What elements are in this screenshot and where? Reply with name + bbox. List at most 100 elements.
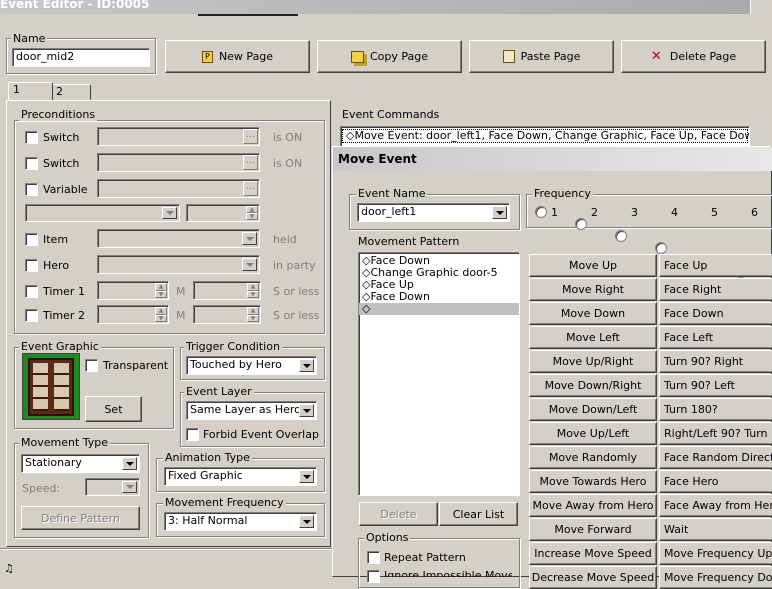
speed-select[interactable] — [85, 478, 140, 496]
chevron-down-icon[interactable] — [299, 515, 314, 528]
spinner-icon[interactable]: ▲ ▼ — [247, 307, 259, 322]
move-command-button[interactable]: Decrease Move Speed — [529, 566, 657, 589]
chevron-down-icon[interactable] — [492, 206, 507, 219]
define-pattern-button[interactable]: Define Pattern — [21, 506, 140, 530]
delete-page-button[interactable]: ✕ Delete Page — [621, 40, 766, 73]
item-label: Item — [43, 233, 69, 246]
event-name-select[interactable]: door_left1 — [357, 203, 510, 222]
spinner-icon[interactable]: ▲ ▼ — [247, 283, 259, 298]
spinner-icon[interactable]: ▲ ▼ — [155, 307, 167, 322]
timer1-seconds[interactable]: ▲ ▼ — [193, 281, 261, 300]
command-row[interactable]: ◇Move Event: door_left1, Face Down, Chan… — [342, 129, 749, 143]
move-command-button[interactable]: Face Away from Hero — [659, 494, 772, 517]
list-item[interactable]: ◇Face Down — [359, 291, 519, 303]
move-command-button[interactable]: Move Randomly — [529, 446, 657, 469]
move-command-button[interactable]: Move Up/Left — [529, 422, 657, 445]
chevron-down-icon[interactable] — [242, 258, 257, 271]
animation-select[interactable]: Fixed Graphic — [164, 467, 317, 486]
frequency-2-radio[interactable] — [575, 218, 587, 230]
switch2-suffix: is ON — [273, 157, 303, 170]
chevron-down-icon[interactable] — [122, 457, 137, 470]
variable-value-field[interactable]: ▲ ▼ — [186, 204, 260, 222]
move-command-button[interactable]: Turn 90? Right — [659, 350, 772, 373]
chevron-down-icon[interactable] — [122, 481, 137, 493]
spinner-icon[interactable]: ▲ ▼ — [155, 283, 167, 298]
move-command-button[interactable]: Turn 180? — [659, 398, 772, 421]
frequency-1-radio[interactable] — [535, 206, 547, 218]
frequency-4-radio[interactable] — [655, 242, 667, 254]
move-command-button[interactable]: Face Hero — [659, 470, 772, 493]
move-command-button[interactable]: Face Left — [659, 326, 772, 349]
event-layer-select[interactable]: Same Layer as Hero — [186, 401, 317, 420]
clear-list-button[interactable]: Clear List — [439, 502, 518, 526]
switch2-field[interactable]: … — [97, 153, 260, 172]
paste-page-button[interactable]: Paste Page — [469, 40, 614, 73]
move-command-button[interactable]: Move Right — [529, 278, 657, 301]
move-command-button[interactable]: Move Up/Right — [529, 350, 657, 373]
move-command-button[interactable]: Move Frequency Up — [659, 542, 772, 565]
browse-icon[interactable]: … — [243, 155, 258, 170]
movement-frequency-select[interactable]: 3: Half Normal — [164, 512, 317, 531]
transparent-checkbox[interactable] — [85, 359, 98, 372]
move-command-button[interactable]: Move Frequency Down — [659, 566, 772, 589]
timer1-minutes[interactable]: ▲ ▼ — [97, 281, 169, 300]
move-command-button[interactable]: Move Left — [529, 326, 657, 349]
variable-checkbox[interactable] — [25, 183, 38, 196]
repeat-pattern-checkbox[interactable] — [367, 551, 380, 564]
timer2-seconds[interactable]: ▲ ▼ — [193, 305, 261, 324]
move-command-button[interactable]: Move Away from Hero — [529, 494, 657, 517]
move-command-button[interactable]: Face Down — [659, 302, 772, 325]
repeat-pattern-label: Repeat Pattern — [384, 551, 466, 564]
move-command-button[interactable]: Face Right — [659, 278, 772, 301]
spinner-icon[interactable]: ▲ ▼ — [246, 206, 258, 220]
timer2-minutes[interactable]: ▲ ▼ — [97, 305, 169, 324]
move-command-button[interactable]: Move Up — [529, 254, 657, 277]
move-command-button[interactable]: Move Down/Right — [529, 374, 657, 397]
set-graphic-button[interactable]: Set — [85, 396, 142, 422]
timer2-checkbox[interactable] — [25, 309, 38, 322]
switch1-field[interactable]: … — [97, 127, 260, 146]
delete-command-button[interactable]: Delete — [359, 502, 438, 526]
move-command-button[interactable]: Move Down — [529, 302, 657, 325]
variable-field[interactable]: … — [97, 179, 260, 198]
trigger-select[interactable]: Touched by Hero — [186, 356, 317, 375]
movement-pattern-list[interactable]: ◇Face Down ◇Change Graphic door-5 ◇Face … — [358, 252, 520, 496]
close-button[interactable] — [750, 0, 772, 14]
tab-1[interactable]: 1 — [8, 82, 53, 100]
chevron-down-icon[interactable] — [299, 404, 314, 417]
browse-icon[interactable]: … — [243, 129, 258, 144]
move-command-button[interactable]: Turn 90? Left — [659, 374, 772, 397]
name-field[interactable]: door_mid2 — [12, 48, 150, 67]
item-select[interactable] — [97, 229, 260, 248]
move-command-button[interactable]: Increase Move Speed — [529, 542, 657, 565]
move-command-button[interactable]: Face Up — [659, 254, 772, 277]
frequency-3-radio[interactable] — [615, 230, 627, 242]
copy-page-button[interactable]: Copy Page — [317, 40, 462, 73]
move-command-button[interactable]: Wait — [659, 518, 772, 541]
chevron-down-icon[interactable] — [299, 359, 314, 372]
switch1-checkbox[interactable] — [25, 131, 38, 144]
page-icon: P — [201, 50, 213, 63]
list-item[interactable]: ◇ — [359, 303, 519, 315]
chevron-down-icon[interactable] — [299, 470, 314, 483]
forbid-overlap-checkbox[interactable] — [186, 428, 199, 441]
timer1-checkbox[interactable] — [25, 285, 38, 298]
hero-select[interactable] — [97, 255, 260, 274]
browse-icon[interactable]: … — [243, 181, 258, 196]
event-graphic-preview[interactable] — [22, 353, 80, 420]
item-checkbox[interactable] — [25, 233, 38, 246]
chevron-down-icon[interactable] — [162, 207, 177, 219]
tab-2[interactable]: 2 — [51, 84, 91, 100]
variable-compare-select[interactable] — [25, 204, 180, 222]
move-command-button[interactable]: Move Down/Left — [529, 398, 657, 421]
event-name-label: Event Name — [356, 187, 428, 200]
chevron-down-icon[interactable] — [242, 232, 257, 245]
movement-type-select[interactable]: Stationary — [21, 454, 140, 473]
hero-checkbox[interactable] — [25, 259, 38, 272]
move-command-button[interactable]: Move Forward — [529, 518, 657, 541]
new-page-button[interactable]: P New Page — [165, 40, 310, 73]
switch2-checkbox[interactable] — [25, 157, 38, 170]
move-command-button[interactable]: Move Towards Hero — [529, 470, 657, 493]
move-command-button[interactable]: Face Random Direction — [659, 446, 772, 469]
move-command-button[interactable]: Right/Left 90? Turn — [659, 422, 772, 445]
